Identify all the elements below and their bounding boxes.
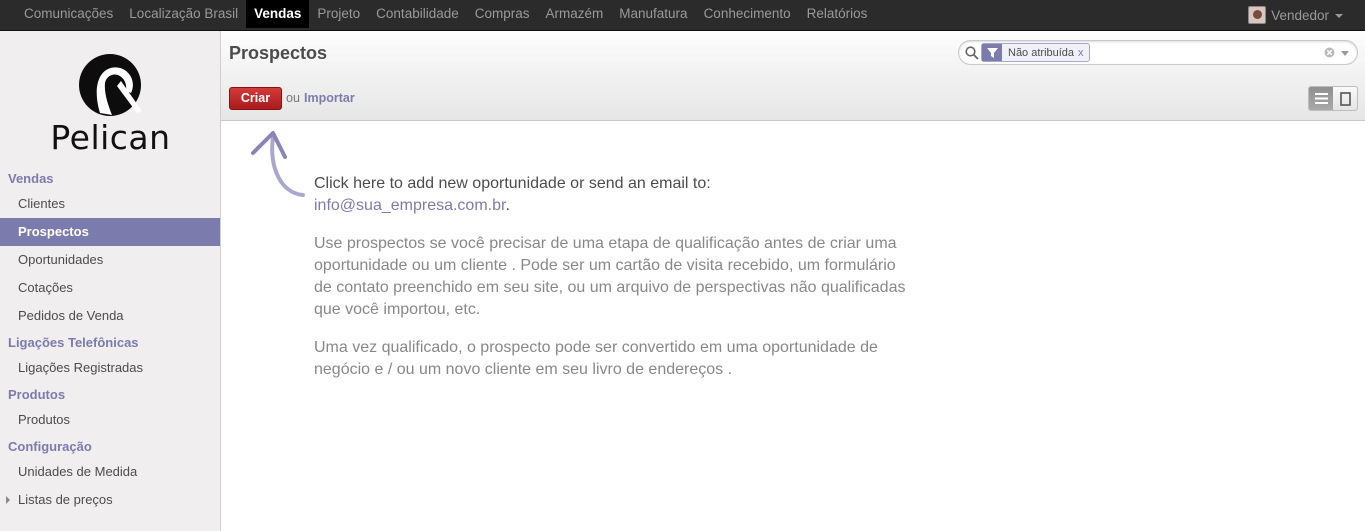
facet-remove-button[interactable]: x <box>1078 47 1089 59</box>
facet-label: Não atribuída <box>1008 46 1075 59</box>
sidebar-item-prospectos[interactable]: Prospectos <box>0 218 220 246</box>
sidebar-item-unidades-de-medida[interactable]: Unidades de Medida <box>0 458 220 486</box>
email-link[interactable]: info@sua_empresa.com.br <box>314 197 505 214</box>
form-view-button[interactable] <box>1333 87 1357 110</box>
empty-view-help: Click here to add new oportunidade or se… <box>314 173 914 381</box>
sidebar-item-listas-de-precos[interactable]: Listas de preços <box>0 486 220 514</box>
sidebar-item-produtos[interactable]: Produtos <box>0 406 220 434</box>
sidebar-item-cotacoes[interactable]: Cotações <box>0 274 220 302</box>
sidebar-item-oportunidades[interactable]: Oportunidades <box>0 246 220 274</box>
menu-relatorios[interactable]: Relatórios <box>799 0 876 28</box>
user-name: Vendedor <box>1271 7 1329 23</box>
menu-localizacao-brasil[interactable]: Localização Brasil <box>121 0 246 28</box>
sidebar-nav: Vendas Clientes Prospectos Oportunidades… <box>0 166 220 514</box>
sidebar-item-pedidos-de-venda[interactable]: Pedidos de Venda <box>0 302 220 330</box>
list-icon <box>1314 93 1328 104</box>
expand-triangle-icon[interactable] <box>6 496 10 504</box>
section-ligacoes-telefonicas: Ligações Telefônicas <box>8 335 139 350</box>
section-vendas: Vendas <box>8 171 54 186</box>
or-text: ou <box>286 91 300 105</box>
search-options-chevron-icon[interactable] <box>1341 51 1349 56</box>
user-menu[interactable]: Vendedor <box>1248 0 1343 30</box>
filter-facet[interactable]: Não atribuída x <box>981 43 1090 62</box>
filter-icon <box>982 44 1002 61</box>
sidebar-item-clientes[interactable]: Clientes <box>0 190 220 218</box>
help-intro: Click here to add new oportunidade or se… <box>314 173 914 217</box>
section-produtos: Produtos <box>8 387 66 402</box>
menu-manufatura[interactable]: Manufatura <box>611 0 695 28</box>
menu-projeto[interactable]: Projeto <box>309 0 368 28</box>
menu-armazem[interactable]: Armazém <box>538 0 612 28</box>
sidebar-item-label: Listas de preços <box>18 492 113 507</box>
view-header: Prospectos Não atribuída x Criar ou Impo… <box>221 31 1365 121</box>
help-paragraph-2: Uma vez qualificado, o prospecto pode se… <box>314 339 878 378</box>
email-suffix: . <box>505 197 510 214</box>
view-switcher <box>1308 86 1358 111</box>
form-icon <box>1339 91 1351 106</box>
menu-vendas[interactable]: Vendas <box>246 0 310 28</box>
menu-comunicacoes[interactable]: Comunicações <box>16 0 121 28</box>
logo-text: Pelican <box>50 118 171 157</box>
clear-search-icon[interactable] <box>1324 47 1335 58</box>
import-link[interactable]: Importar <box>304 91 355 105</box>
menu-contabilidade[interactable]: Contabilidade <box>368 0 467 28</box>
curved-arrow-icon <box>251 131 305 197</box>
main-content: Click here to add new oportunidade or se… <box>221 121 1365 531</box>
sidebar-item-ligacoes-registradas[interactable]: Ligações Registradas <box>0 354 220 382</box>
page-title: Prospectos <box>229 43 328 63</box>
chevron-down-icon <box>1335 14 1343 18</box>
list-view-button[interactable] <box>1309 87 1333 110</box>
menu-compras[interactable]: Compras <box>467 0 538 28</box>
top-menu-bar: Comunicações Localização Brasil Vendas P… <box>0 0 1365 31</box>
create-button[interactable]: Criar <box>229 87 282 110</box>
search-icon <box>965 46 979 60</box>
help-paragraph: Use prospectos se você precisar de uma e… <box>314 235 906 318</box>
section-configuracao: Configuração <box>8 439 92 454</box>
sidebar: Pelican Vendas Clientes Prospectos Oport… <box>0 31 221 531</box>
menu-conhecimento[interactable]: Conhecimento <box>696 0 799 28</box>
top-menu: Comunicações Localização Brasil Vendas P… <box>16 0 875 30</box>
help-line: Click here to add new oportunidade or se… <box>314 175 711 192</box>
search-bar[interactable]: Não atribuída x <box>958 40 1358 65</box>
avatar <box>1248 6 1267 24</box>
